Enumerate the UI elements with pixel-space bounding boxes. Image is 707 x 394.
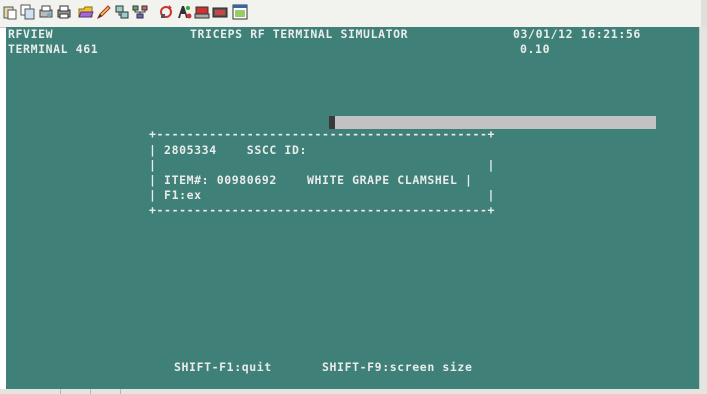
open-folder-icon[interactable] <box>78 4 94 20</box>
dialog-row-f1: | F1:ex | <box>149 188 496 202</box>
datetime: 03/01/12 16:21:56 <box>513 27 641 41</box>
scroll-arrow[interactable] <box>701 0 707 27</box>
app-name: RFVIEW <box>8 27 54 41</box>
status-segment <box>120 389 151 394</box>
print-icon[interactable] <box>56 4 72 20</box>
dialog-border-top: +---------------------------------------… <box>149 127 496 141</box>
dialog-row-blank: | | <box>149 158 496 172</box>
text-cursor <box>329 116 335 129</box>
network-icon[interactable] <box>114 4 130 20</box>
status-bar <box>0 389 707 394</box>
dialog-row-item: | ITEM#: 00980692 WHITE GRAPE CLAMSHEL | <box>149 173 473 187</box>
sscc-id-input[interactable] <box>329 116 656 129</box>
keyboard-icon[interactable] <box>194 4 210 20</box>
dialog-row-sscc: | 2805334 SSCC ID: <box>149 143 315 157</box>
tree-icon[interactable] <box>132 4 148 20</box>
status-segment <box>90 389 121 394</box>
quit-hint: SHIFT-F1:quit <box>174 360 272 374</box>
terminal-id: TERMINAL 461 <box>8 42 99 56</box>
dialog-border-bottom: +---------------------------------------… <box>149 203 496 217</box>
terminal-title: TRICEPS RF TERMINAL SIMULATOR <box>190 27 409 41</box>
refresh-icon[interactable] <box>158 4 174 20</box>
status-segment <box>60 389 91 394</box>
screen-icon[interactable] <box>212 4 228 20</box>
screen-size-hint: SHIFT-F9:screen size <box>322 360 473 374</box>
version-label: 0.10 <box>520 42 551 56</box>
print-preview-icon[interactable] <box>38 4 54 20</box>
window-icon[interactable] <box>232 4 248 20</box>
terminal-screen[interactable]: RFVIEW TRICEPS RF TERMINAL SIMULATOR 03/… <box>6 27 700 389</box>
paste-icon[interactable] <box>2 4 18 20</box>
edit-pencil-icon[interactable] <box>96 4 112 20</box>
copy-icon[interactable] <box>20 4 36 20</box>
toolbar <box>0 0 707 28</box>
vertical-scrollbar[interactable] <box>699 27 707 389</box>
font-icon[interactable] <box>176 4 192 20</box>
